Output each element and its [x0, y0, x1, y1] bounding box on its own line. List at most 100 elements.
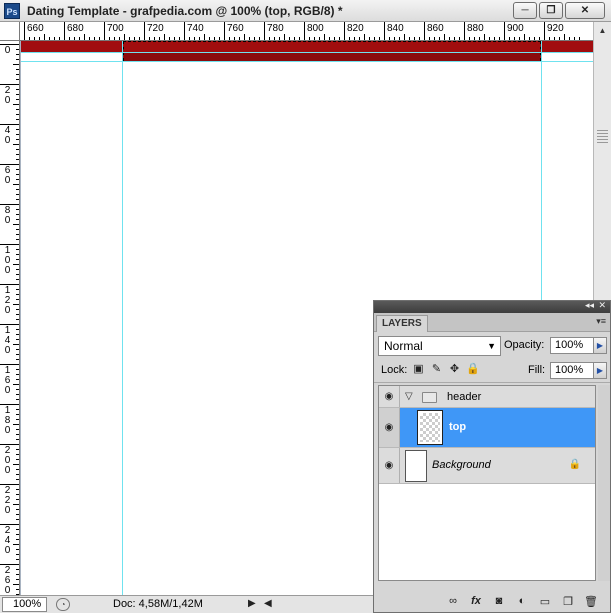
lock-position-icon[interactable]: ✥ — [448, 363, 461, 376]
folder-icon — [422, 392, 437, 403]
layers-bottom-toolbar: ∞ fx ◙ ◐ ▭ ❐ 🗑 — [374, 590, 610, 612]
lock-row: Lock: ▣ ✎ ✥ 🔒 Fill: 100% ▶ — [374, 358, 610, 383]
ruler-minor-tick — [244, 34, 245, 40]
lock-image-pixels-icon[interactable]: ✎ — [430, 363, 443, 376]
ruler-minor-tick — [16, 414, 19, 415]
lock-all-icon[interactable]: 🔒 — [466, 363, 480, 376]
visibility-eye-icon[interactable]: ◉ — [379, 386, 400, 407]
ruler-minor-tick — [444, 34, 445, 40]
guide-horizontal-bottom[interactable] — [21, 61, 593, 62]
layer-style-fx-icon[interactable]: fx — [469, 595, 483, 607]
top-layer-selection[interactable] — [123, 41, 541, 61]
ruler-minor-tick — [44, 34, 45, 40]
ruler-label: 180 — [4, 405, 11, 436]
ruler-minor-tick — [69, 37, 70, 40]
layers-scrollbar[interactable] — [598, 385, 610, 581]
ruler-minor-tick — [16, 489, 19, 490]
ruler-minor-tick — [16, 149, 19, 150]
guide-vertical-left[interactable] — [122, 41, 123, 595]
delete-layer-icon[interactable]: 🗑 — [584, 595, 598, 608]
group-expand-triangle-icon[interactable]: ▽ — [405, 391, 413, 402]
visibility-eye-icon[interactable]: ◉ — [379, 448, 400, 483]
zoom-level-field[interactable]: 100% — [2, 597, 47, 612]
ruler-minor-tick — [494, 37, 495, 40]
ruler-minor-tick — [16, 309, 19, 310]
ruler-minor-tick — [374, 37, 375, 40]
collapse-panel-icon[interactable]: ◂◂ — [585, 300, 594, 311]
ruler-minor-tick — [204, 34, 205, 40]
scroll-left-arrow-icon[interactable]: ◀ — [264, 598, 272, 609]
lock-transparency-icon[interactable]: ▣ — [412, 363, 425, 376]
opacity-field[interactable]: 100% — [550, 337, 594, 354]
blend-mode-select[interactable]: Normal ▼ — [378, 336, 501, 356]
ruler-minor-tick — [16, 319, 19, 320]
minimize-button[interactable]: ─ — [513, 2, 537, 19]
vertical-ruler[interactable]: 0 20 40 60 80 100 120 140 160 180 200 220 240 260 — [0, 41, 20, 595]
ruler-minor-tick — [519, 37, 520, 40]
scroll-up-arrow-icon[interactable]: ▲ — [596, 26, 609, 38]
navigator-icon[interactable]: ◔ — [56, 598, 70, 611]
ruler-minor-tick — [154, 37, 155, 40]
opacity-slider-arrow-icon[interactable]: ▶ — [593, 337, 607, 354]
visibility-eye-icon[interactable]: ◉ — [379, 408, 400, 447]
layer-row-top[interactable]: ◉ top — [379, 408, 595, 448]
layer-name: Background — [432, 459, 491, 471]
ruler-minor-tick — [16, 269, 19, 270]
ruler-label: 860 — [427, 23, 444, 34]
ruler-label: 80 — [4, 205, 11, 226]
link-layers-icon[interactable]: ∞ — [446, 595, 460, 607]
ruler-minor-tick — [379, 37, 380, 40]
scroll-thumb[interactable] — [597, 130, 608, 144]
close-button[interactable]: ✕ — [565, 2, 605, 19]
ruler-minor-tick — [399, 37, 400, 40]
ruler-label: 200 — [4, 445, 11, 476]
layer-row-background[interactable]: ◉ Background 🔒 — [379, 448, 595, 484]
ruler-label: 160 — [4, 365, 11, 396]
ruler-origin[interactable] — [0, 22, 20, 41]
ruler-minor-tick — [16, 509, 19, 510]
guide-horizontal-top[interactable] — [21, 52, 593, 53]
ruler-minor-tick — [114, 37, 115, 40]
ruler-minor-tick — [16, 354, 19, 355]
ruler-label: 60 — [4, 165, 11, 186]
ruler-minor-tick — [13, 184, 19, 185]
tab-layers[interactable]: LAYERS — [376, 315, 428, 332]
ruler-minor-tick — [13, 424, 19, 425]
ruler-minor-tick — [439, 37, 440, 40]
ruler-minor-tick — [16, 379, 19, 380]
ruler-minor-tick — [16, 139, 19, 140]
close-panel-icon[interactable]: ✕ — [598, 300, 606, 311]
ruler-minor-tick — [16, 394, 19, 395]
add-mask-icon[interactable]: ◙ — [492, 595, 506, 607]
ruler-minor-tick — [549, 37, 550, 40]
fill-field[interactable]: 100% — [550, 362, 594, 379]
ruler-minor-tick — [239, 37, 240, 40]
ruler-minor-tick — [16, 279, 19, 280]
new-group-icon[interactable]: ▭ — [538, 595, 552, 608]
status-menu-arrow-icon[interactable]: ▶ — [248, 598, 256, 609]
ruler-minor-tick — [129, 37, 130, 40]
ruler-minor-tick — [209, 37, 210, 40]
ruler-minor-tick — [16, 339, 19, 340]
horizontal-ruler[interactable]: 660 680 700 720 740 760 780 800 820 840 860 880 900 9… — [20, 22, 593, 41]
lock-label: Lock: — [381, 364, 408, 376]
adjustment-layer-icon[interactable]: ◐ — [515, 595, 529, 607]
ruler-minor-tick — [34, 37, 35, 40]
restore-button[interactable]: ❐ — [539, 2, 563, 19]
ruler-minor-tick — [16, 459, 19, 460]
ruler-label: 800 — [307, 23, 324, 34]
new-layer-icon[interactable]: ❐ — [561, 595, 575, 608]
ruler-minor-tick — [16, 214, 19, 215]
ruler-minor-tick — [16, 369, 19, 370]
ruler-minor-tick — [389, 37, 390, 40]
panel-menu-icon[interactable]: ▾≡ — [596, 316, 606, 327]
layer-row-header[interactable]: ◉ ▽ header — [379, 386, 595, 408]
ruler-minor-tick — [16, 159, 19, 160]
ruler-minor-tick — [16, 549, 19, 550]
fill-slider-arrow-icon[interactable]: ▶ — [593, 362, 607, 379]
ruler-major-tick — [344, 22, 345, 40]
ruler-label: 20 — [4, 85, 11, 106]
ruler-minor-tick — [16, 349, 19, 350]
ruler-minor-tick — [299, 37, 300, 40]
ruler-minor-tick — [119, 37, 120, 40]
